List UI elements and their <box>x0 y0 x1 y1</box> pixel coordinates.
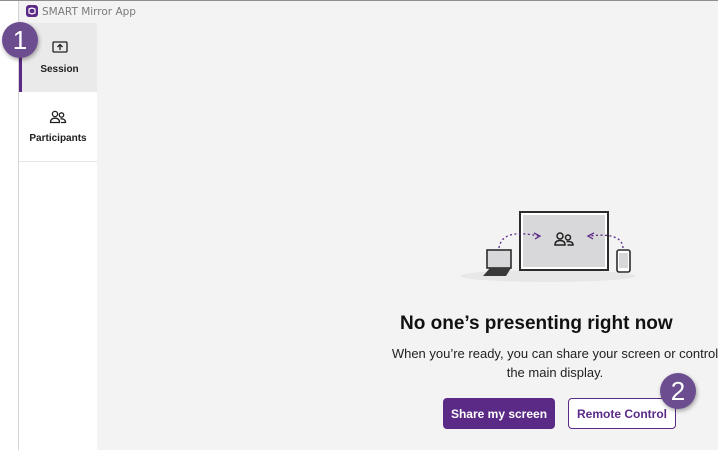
sidebar-item-label: Session <box>40 63 79 75</box>
presenting-illustration <box>450 208 650 293</box>
share-screen-button[interactable]: Share my screen <box>443 398 555 429</box>
empty-state-title: No one’s presenting right now <box>400 313 673 334</box>
title-bar: SMART Mirror App <box>19 1 718 23</box>
app-title: SMART Mirror App <box>42 6 136 18</box>
screen-share-icon <box>51 40 68 60</box>
sidebar-item-label: Participants <box>29 132 87 144</box>
remote-control-button[interactable]: Remote Control <box>568 398 676 429</box>
sidebar-item-participants[interactable]: Participants <box>19 92 97 161</box>
app-logo-icon <box>26 5 38 17</box>
sidebar-divider <box>19 161 97 162</box>
people-icon <box>49 110 67 129</box>
callout-badge-2: 2 <box>660 373 696 409</box>
callout-badge-1: 1 <box>2 22 38 58</box>
sidebar: Session Participants <box>19 23 97 450</box>
